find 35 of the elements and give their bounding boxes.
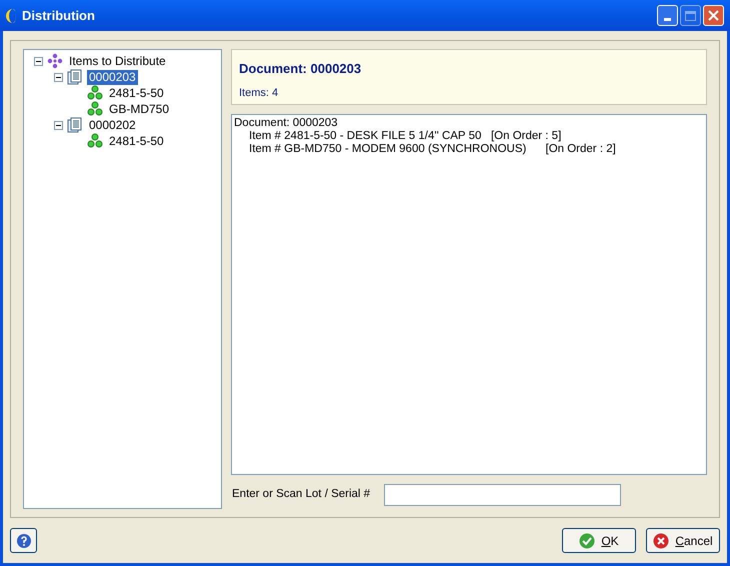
- expander-toggle[interactable]: [54, 120, 63, 130]
- check-icon: [579, 532, 596, 548]
- tree-item[interactable]: 0000203: [87, 70, 138, 84]
- lot-serial-field[interactable]: [384, 484, 622, 506]
- help-icon: [16, 532, 32, 548]
- document-icon: [67, 117, 83, 133]
- moon-icon: [6, 8, 16, 22]
- expander-toggle[interactable]: [54, 72, 63, 82]
- close-icon: [708, 10, 719, 21]
- cancel-icon: [653, 532, 670, 548]
- minimize-icon: [664, 18, 671, 21]
- ok-button[interactable]: OK: [562, 528, 636, 553]
- help-button[interactable]: [10, 528, 37, 553]
- tree-item[interactable]: GB-MD750: [107, 102, 172, 116]
- network-icon: [47, 53, 63, 69]
- details-line: Item # 2481-5-50 - DESK FILE 5 1/4'' CAP 50 [On Order : 5]: [248, 130, 562, 143]
- details-line: Document: 0000203: [234, 117, 339, 130]
- boxes-icon: [87, 101, 103, 117]
- details-line: Item # GB-MD750 - MODEM 9600 (SYNCHRONOUS) [On Order : 2]: [248, 143, 617, 156]
- maximize-icon: [685, 10, 696, 20]
- tree-item[interactable]: 2481-5-50: [107, 134, 166, 148]
- tree-item[interactable]: 0000202: [87, 118, 138, 132]
- document-icon: [67, 69, 83, 85]
- items-count: Items: 4: [239, 86, 280, 100]
- tree-item[interactable]: 2481-5-50: [107, 86, 166, 100]
- lot-serial-label: Enter or Scan Lot / Serial #: [232, 487, 370, 502]
- document-title: Document: 0000203: [239, 60, 362, 78]
- expander-toggle[interactable]: [34, 56, 43, 66]
- boxes-icon: [87, 85, 103, 101]
- window-title: Distribution: [22, 6, 96, 25]
- minimize-button[interactable]: [657, 5, 678, 26]
- boxes-icon: [87, 133, 103, 149]
- cancel-button[interactable]: Cancel: [646, 528, 720, 553]
- close-button[interactable]: [703, 5, 724, 26]
- tree-item[interactable]: Items to Distribute: [67, 54, 168, 68]
